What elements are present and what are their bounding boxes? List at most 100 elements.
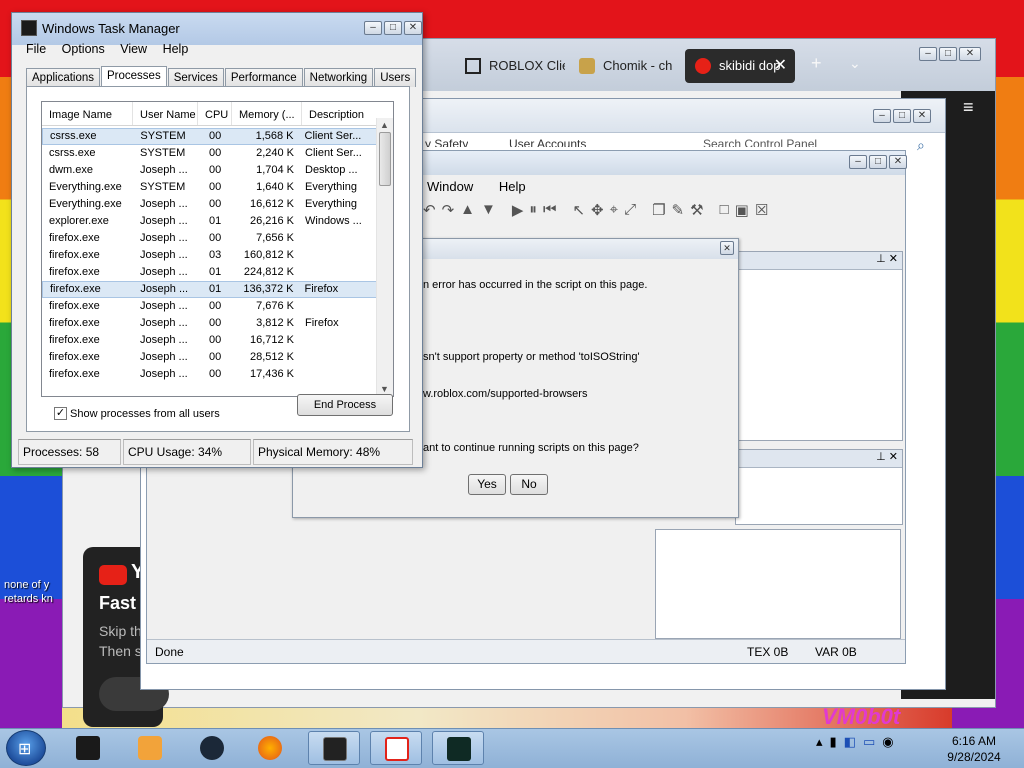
run-icon[interactable]: ▶ xyxy=(512,201,524,225)
taskbar-app-steam[interactable] xyxy=(186,731,238,765)
browser-tab-skibidi[interactable]: skibidi dop ✕ xyxy=(685,49,795,83)
table-row[interactable]: firefox.exe Joseph ... 03 160,812 K xyxy=(42,247,378,264)
menu-options[interactable]: Options xyxy=(62,42,105,56)
scrollbar-thumb[interactable] xyxy=(379,132,391,186)
close-button[interactable]: ✕ xyxy=(959,47,981,61)
table-row[interactable]: firefox.exe Joseph ... 00 16,712 K xyxy=(42,332,378,349)
task-manager-title-bar[interactable]: Windows Task Manager – □ ✕ xyxy=(12,13,422,45)
pane-close-icon[interactable]: ✕ xyxy=(889,253,898,265)
browser-tab-roblox[interactable]: ROBLOX Clie xyxy=(455,49,565,83)
tray-volume-icon[interactable]: ◉ xyxy=(882,734,893,750)
maximize-button[interactable]: □ xyxy=(384,21,402,35)
search-input[interactable]: Search Control Panel xyxy=(703,137,817,147)
show-all-users-row[interactable]: ✓ Show processes from all users xyxy=(54,407,220,420)
taskbar-app-performance[interactable] xyxy=(432,731,484,765)
dialog-close-button[interactable]: ✕ xyxy=(720,241,734,255)
paint-icon[interactable]: ⚒ xyxy=(690,201,703,225)
tab-close-icon[interactable]: ✕ xyxy=(774,49,787,83)
scroll-down-icon[interactable]: ▼ xyxy=(380,384,389,394)
column-user-name[interactable]: User Name xyxy=(133,102,198,125)
minimize-button[interactable]: – xyxy=(849,155,867,169)
menu-view[interactable]: View xyxy=(120,42,147,56)
step-up-icon[interactable]: ▲ xyxy=(460,201,475,225)
expand-icon[interactable]: ⤢ xyxy=(624,201,636,225)
process-list-scrollbar[interactable]: ▲ ▼ xyxy=(376,118,393,396)
tab-users[interactable]: Users xyxy=(374,68,417,87)
pane-close-icon[interactable]: ✕ xyxy=(889,451,898,463)
tab-applications[interactable]: Applications xyxy=(26,68,101,87)
minimize-button[interactable]: – xyxy=(364,21,382,35)
maximize-button[interactable]: □ xyxy=(869,155,887,169)
pause-icon[interactable]: ⏸ xyxy=(529,201,537,225)
table-row[interactable]: explorer.exe Joseph ... 01 26,216 K Windows … xyxy=(42,213,378,230)
table-row[interactable]: firefox.exe Joseph ... 01 136,372 K Firefox xyxy=(42,281,378,298)
scroll-up-icon[interactable]: ▲ xyxy=(380,120,389,130)
table-row[interactable]: Everything.exe Joseph ... 00 16,612 K Everyt… xyxy=(42,196,378,213)
menu-help[interactable]: Help xyxy=(499,179,526,194)
show-all-users-checkbox[interactable]: ✓ xyxy=(54,407,67,420)
tab-performance[interactable]: Performance xyxy=(224,68,303,87)
tab-list-chevron-icon[interactable]: ⌄ xyxy=(849,55,861,72)
new-tab-icon[interactable]: + xyxy=(811,53,822,74)
search-icon[interactable]: ⌕ xyxy=(917,137,925,154)
breadcrumb-user-accounts[interactable]: User Accounts xyxy=(509,137,586,147)
target-icon[interactable]: ⌖ xyxy=(610,201,618,225)
image-icon[interactable]: ▣ xyxy=(735,201,749,225)
menu-file[interactable]: File xyxy=(26,42,46,56)
debugger-console-pane[interactable] xyxy=(655,529,901,639)
tray-network-icon[interactable]: ◧ xyxy=(844,734,856,750)
process-list[interactable]: Image Name User Name CPU Memory (... Des… xyxy=(41,101,394,397)
tray-expand-icon[interactable]: ▴ xyxy=(816,734,823,750)
tab-networking[interactable]: Networking xyxy=(303,68,374,87)
tray-display-icon[interactable]: ▭ xyxy=(863,734,875,750)
taskbar-clock[interactable]: 6:16 AM 9/28/2024 xyxy=(940,733,1008,765)
cursor-icon[interactable]: ↖ xyxy=(572,201,585,225)
table-row[interactable]: firefox.exe Joseph ... 00 7,656 K xyxy=(42,230,378,247)
taskbar-app-terminal[interactable] xyxy=(62,731,114,765)
clear-icon[interactable]: ☒ xyxy=(755,201,768,225)
table-row[interactable]: firefox.exe Joseph ... 01 224,812 K xyxy=(42,264,378,281)
step-back-icon[interactable]: ⏮ xyxy=(543,201,557,225)
start-button[interactable]: ⊞ xyxy=(6,730,46,766)
taskbar-app-roblox[interactable] xyxy=(370,731,422,765)
tab-services[interactable]: Services xyxy=(167,68,224,87)
taskbar-app-task-manager[interactable] xyxy=(308,731,360,765)
desktop-icon-label[interactable]: none of y retards kn xyxy=(4,578,60,606)
hamburger-menu-icon[interactable]: ≡ xyxy=(963,97,974,118)
table-row[interactable]: csrss.exe SYSTEM 00 1,568 K Client Ser... xyxy=(42,128,378,145)
breadcrumb-fragment[interactable]: y Safety xyxy=(425,137,468,147)
tab-processes[interactable]: Processes xyxy=(101,66,167,88)
close-button[interactable]: ✕ xyxy=(913,109,931,123)
table-row[interactable]: dwm.exe Joseph ... 00 1,704 K Desktop ... xyxy=(42,162,378,179)
end-process-button[interactable]: End Process xyxy=(297,394,393,416)
copy-icon[interactable]: ❐ xyxy=(652,201,665,225)
minimize-button[interactable]: – xyxy=(919,47,937,61)
undo-icon[interactable]: ↶ xyxy=(423,201,436,225)
column-memory[interactable]: Memory (... xyxy=(232,102,302,125)
column-cpu[interactable]: CPU xyxy=(198,102,232,125)
table-row[interactable]: firefox.exe Joseph ... 00 28,512 K xyxy=(42,349,378,366)
column-image-name[interactable]: Image Name xyxy=(42,102,133,125)
maximize-button[interactable]: □ xyxy=(893,109,911,123)
yes-button[interactable]: Yes xyxy=(468,474,506,495)
frame-icon[interactable]: □ xyxy=(720,201,729,225)
menu-help[interactable]: Help xyxy=(163,42,189,56)
brush-icon[interactable]: ✎ xyxy=(672,201,685,225)
taskbar-app-media-player[interactable] xyxy=(124,731,176,765)
table-row[interactable]: firefox.exe Joseph ... 00 17,436 K xyxy=(42,366,378,383)
tray-app-icon[interactable]: ▮ xyxy=(830,734,837,750)
maximize-button[interactable]: □ xyxy=(939,47,957,61)
column-description[interactable]: Description xyxy=(302,102,378,125)
table-row[interactable]: csrss.exe SYSTEM 00 2,240 K Client Ser... xyxy=(42,145,378,162)
menu-window[interactable]: Window xyxy=(427,179,473,194)
taskbar-app-firefox[interactable] xyxy=(244,731,296,765)
browser-tab-chomik[interactable]: Chomik - ch xyxy=(569,49,679,83)
minimize-button[interactable]: – xyxy=(873,109,891,123)
table-row[interactable]: Everything.exe SYSTEM 00 1,640 K Everything xyxy=(42,179,378,196)
no-button[interactable]: No xyxy=(510,474,548,495)
table-row[interactable]: firefox.exe Joseph ... 00 3,812 K Firefox xyxy=(42,315,378,332)
close-button[interactable]: ✕ xyxy=(404,21,422,35)
pin-icon[interactable]: ⊥ xyxy=(876,451,886,463)
step-down-icon[interactable]: ▼ xyxy=(481,201,496,225)
move-icon[interactable]: ✥ xyxy=(591,201,604,225)
